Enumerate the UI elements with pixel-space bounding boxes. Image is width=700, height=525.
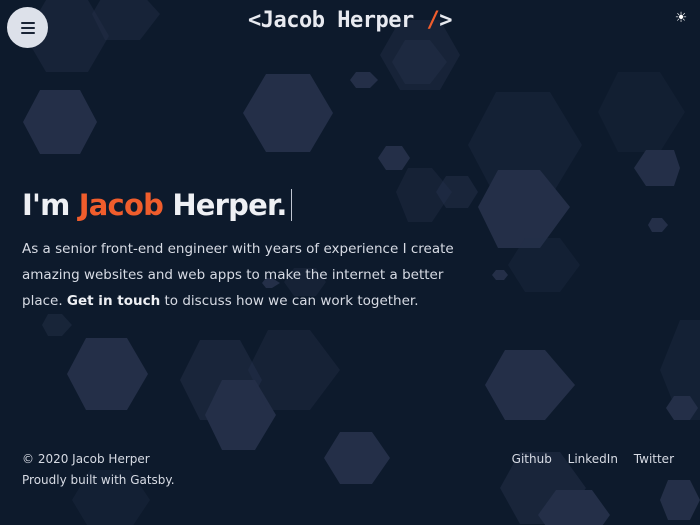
site-logo[interactable]: <Jacob Herper /> xyxy=(0,8,700,33)
hero-intro: As a senior front-end engineer with year… xyxy=(22,236,462,314)
sun-icon: ☀ xyxy=(674,10,688,26)
linkedin-link[interactable]: LinkedIn xyxy=(568,452,618,466)
footer-social-links: Github LinkedIn Twitter xyxy=(500,449,674,470)
hero-title: I'm Jacob Herper. xyxy=(22,188,462,222)
logo-prefix: < xyxy=(248,8,261,33)
typing-caret xyxy=(290,189,292,221)
hero-greeting: I'm xyxy=(22,188,70,222)
footer-info: © 2020 Jacob Herper Proudly built with G… xyxy=(22,449,175,491)
hero-cta-tail: to discuss how we can work together. xyxy=(164,293,419,309)
hero-last-name: Herper. xyxy=(172,188,287,222)
logo-text: Jacob Herper xyxy=(260,8,414,33)
theme-toggle-button[interactable]: ☀ xyxy=(673,10,689,26)
built-with-text: Proudly built with Gatsby. xyxy=(22,473,175,487)
hero-section: I'm Jacob Herper. As a senior front-end … xyxy=(22,188,462,314)
github-link[interactable]: Github xyxy=(512,452,552,466)
copyright-text: © 2020 Jacob Herper xyxy=(22,452,150,466)
hero-first-name: Jacob xyxy=(78,188,164,222)
twitter-link[interactable]: Twitter xyxy=(634,452,674,466)
logo-slash: / xyxy=(426,8,440,33)
logo-suffix: > xyxy=(439,8,452,33)
get-in-touch-link[interactable]: Get in touch xyxy=(67,293,160,309)
